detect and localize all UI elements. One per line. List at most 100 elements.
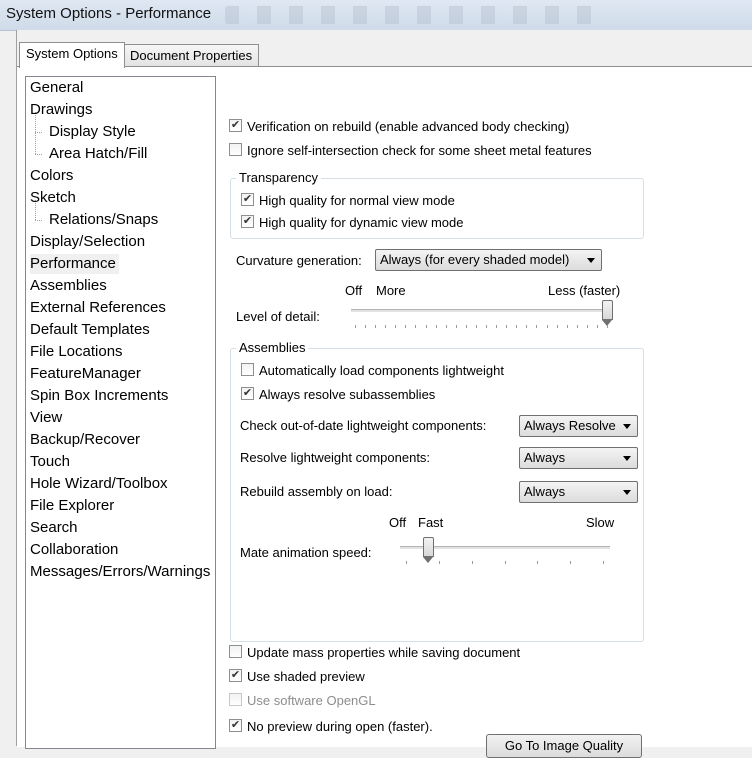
chevron-down-icon [587, 258, 595, 263]
mate-animation-label: Mate animation speed: [240, 545, 372, 560]
nav-item-display-selection[interactable]: Display/Selection [30, 232, 145, 252]
lod-less-label: Less (faster) [548, 283, 621, 298]
transparency-legend: Transparency [236, 170, 321, 186]
resolve-lightweight-value: Always [524, 450, 566, 465]
nav-item-external-references[interactable]: External References [30, 298, 166, 318]
slider-tick [355, 325, 356, 328]
nav-item-spin-box-increments[interactable]: Spin Box Increments [30, 386, 168, 406]
slider-tick [566, 325, 568, 328]
nav-item-backup-recover[interactable]: Backup/Recover [30, 430, 140, 450]
slider-tick [546, 325, 548, 328]
curvature-label: Curvature generation: [236, 253, 362, 268]
ignore-self-intersection-label: Ignore self-intersection check for some … [247, 143, 592, 158]
slider-tick [438, 561, 440, 564]
rebuild-on-load-label: Rebuild assembly on load: [240, 484, 393, 499]
nav-item-area-hatch-fill[interactable]: Area Hatch/Fill [49, 144, 147, 164]
rebuild-on-load-dropdown[interactable]: Always [519, 481, 638, 503]
auto-lightweight-checkbox[interactable] [241, 363, 254, 376]
check-out-of-date-label: Check out-of-date lightweight components… [240, 418, 487, 433]
slider-tick [537, 561, 539, 564]
nav-item-sketch[interactable]: Sketch [30, 188, 76, 208]
slider-tick [486, 325, 488, 328]
slider-tick [516, 325, 518, 328]
slider-tick [465, 325, 467, 328]
no-preview-label: No preview during open (faster). [247, 719, 433, 734]
slider-tick [475, 325, 477, 328]
slider-tick [570, 561, 572, 564]
nav-item-file-locations[interactable]: File Locations [30, 342, 123, 362]
nav-item-relations-snaps[interactable]: Relations/Snaps [49, 210, 158, 230]
slider-tick [496, 325, 498, 328]
nav-item-drawings[interactable]: Drawings [30, 100, 93, 120]
curvature-value: Always (for every shaded model) [380, 252, 570, 267]
go-to-image-quality-button[interactable]: Go To Image Quality [486, 734, 642, 758]
slider-tick [385, 325, 387, 328]
chevron-down-icon [623, 456, 631, 461]
mate-fast-label: Fast [418, 515, 444, 530]
background-toolbar [225, 6, 605, 24]
verification-checkbox[interactable]: ✔ [229, 119, 242, 132]
slider-tick [406, 561, 407, 564]
software-opengl-label: Use software OpenGL [247, 693, 376, 708]
shaded-preview-checkbox[interactable]: ✔ [229, 669, 242, 682]
resolve-subassemblies-checkbox[interactable]: ✔ [241, 387, 254, 400]
nav-item-display-style[interactable]: Display Style [49, 122, 136, 142]
nav-item-colors[interactable]: Colors [30, 166, 73, 186]
slider-tick [504, 561, 506, 564]
nav-item-file-explorer[interactable]: File Explorer [30, 496, 114, 516]
slider-tick [395, 325, 397, 328]
slider-tick [445, 325, 447, 328]
slider-tick [375, 325, 377, 328]
lod-slider-thumb[interactable] [602, 300, 613, 326]
ignore-self-intersection-checkbox[interactable] [229, 143, 242, 156]
lod-more-label: More [376, 283, 406, 298]
tab-content: General Drawings Display Style Area Hatc… [17, 66, 752, 758]
resolve-subassemblies-label: Always resolve subassemblies [259, 387, 436, 402]
tree-guide-tick [35, 154, 42, 155]
nav-item-messages-errors-warnings[interactable]: Messages/Errors/Warnings [30, 562, 210, 582]
nav-item-featuremanager[interactable]: FeatureManager [30, 364, 141, 384]
curvature-dropdown[interactable]: Always (for every shaded model) [375, 249, 602, 271]
nav-item-hole-wizard-toolbox[interactable]: Hole Wizard/Toolbox [30, 474, 168, 494]
nav-item-default-templates[interactable]: Default Templates [30, 320, 150, 340]
transparency-dynamic-checkbox[interactable]: ✔ [241, 215, 254, 228]
assemblies-legend: Assemblies [236, 340, 309, 356]
nav-item-general[interactable]: General [30, 78, 83, 98]
nav-item-assemblies[interactable]: Assemblies [30, 276, 107, 296]
nav-item-search[interactable]: Search [30, 518, 78, 538]
resolve-lightweight-dropdown[interactable]: Always [519, 447, 638, 469]
mate-slow-label: Slow [586, 515, 615, 530]
check-out-of-date-value: Always Resolve [524, 418, 616, 433]
nav-item-view[interactable]: View [30, 408, 62, 428]
mate-slider-thumb[interactable] [422, 537, 434, 563]
slider-tick [455, 325, 457, 328]
slider-tick [435, 325, 437, 328]
resolve-lightweight-label: Resolve lightweight components: [240, 450, 431, 465]
slider-tick [506, 325, 508, 328]
slider-tick [526, 325, 528, 328]
slider-tick [405, 325, 407, 328]
slider-tick [596, 325, 598, 328]
tab-system-options[interactable]: System Options [19, 42, 125, 68]
nav-item-touch[interactable]: Touch [30, 452, 70, 472]
slider-tick [603, 561, 604, 564]
update-mass-checkbox[interactable] [229, 645, 242, 658]
slider-tick [471, 561, 473, 564]
verification-label: Verification on rebuild (enable advanced… [247, 119, 570, 134]
transparency-normal-checkbox[interactable]: ✔ [241, 193, 254, 206]
slider-tick [556, 325, 558, 328]
rebuild-on-load-value: Always [524, 484, 566, 499]
options-dialog: System Options Document Properties Gener… [16, 30, 752, 758]
tab-document-properties[interactable]: Document Properties [123, 44, 260, 67]
options-nav-tree[interactable]: General Drawings Display Style Area Hatc… [25, 76, 216, 749]
slider-tick [536, 325, 538, 328]
check-out-of-date-dropdown[interactable]: Always Resolve [519, 415, 638, 437]
nav-item-performance[interactable]: Performance [30, 254, 119, 274]
chevron-down-icon [623, 424, 631, 429]
nav-item-collaboration[interactable]: Collaboration [30, 540, 118, 560]
mate-off-label: Off [389, 515, 407, 530]
no-preview-checkbox[interactable]: ✔ [229, 719, 242, 732]
tree-guide-tick [35, 132, 42, 133]
slider-tick [425, 325, 427, 328]
lod-slider-track [351, 309, 613, 313]
